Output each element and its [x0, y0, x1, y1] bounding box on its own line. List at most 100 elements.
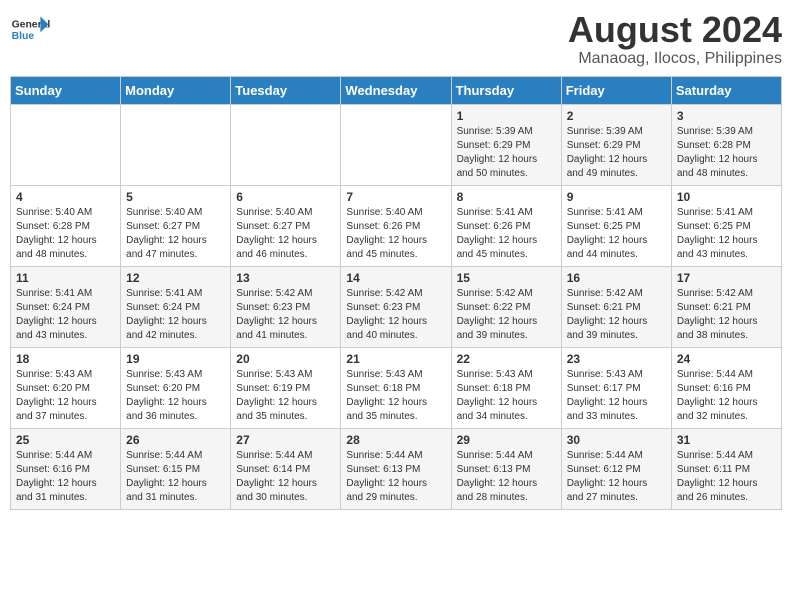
- calendar-cell: 4 Sunrise: 5:40 AM Sunset: 6:28 PM Daylig…: [11, 185, 121, 266]
- calendar-week-row: 18 Sunrise: 5:43 AM Sunset: 6:20 PM Dayli…: [11, 347, 782, 428]
- cell-daylight-info: Sunrise: 5:44 AM Sunset: 6:11 PM Dayligh…: [677, 449, 776, 505]
- cell-daylight-info: Sunrise: 5:44 AM Sunset: 6:13 PM Dayligh…: [346, 449, 445, 505]
- day-number: 19: [126, 352, 225, 366]
- day-number: 11: [16, 271, 115, 285]
- calendar-cell: 16Sunrise: 5:42 AM Sunset: 6:21 PM Dayli…: [561, 266, 671, 347]
- calendar-cell: 12 Sunrise: 5:41 AM Sunset: 6:24 PM Dayli…: [121, 266, 231, 347]
- cell-daylight-info: Sunrise: 5:39 AM Sunset: 6:29 PM Dayligh…: [567, 125, 666, 181]
- day-number: 17: [677, 271, 776, 285]
- day-number: 29: [457, 433, 556, 447]
- calendar-cell: 7 Sunrise: 5:40 AM Sunset: 6:26 PM Daylig…: [341, 185, 451, 266]
- cell-daylight-info: Sunrise: 5:39 AM Sunset: 6:29 PM Dayligh…: [457, 125, 556, 181]
- day-number: 26: [126, 433, 225, 447]
- month-year-title: August 2024: [568, 10, 782, 50]
- calendar-cell: 9 Sunrise: 5:41 AM Sunset: 6:25 PM Daylig…: [561, 185, 671, 266]
- day-number: 6: [236, 190, 335, 204]
- day-number: 18: [16, 352, 115, 366]
- cell-daylight-info: Sunrise: 5:44 AM Sunset: 6:13 PM Dayligh…: [457, 449, 556, 505]
- title-block: August 2024 Manaoag, Ilocos, Philippines: [568, 10, 782, 68]
- calendar-cell: 29 Sunrise: 5:44 AM Sunset: 6:13 PM Dayli…: [451, 428, 561, 509]
- day-number: 14: [346, 271, 445, 285]
- calendar-cell: 1Sunrise: 5:39 AM Sunset: 6:29 PM Daylig…: [451, 104, 561, 185]
- calendar-week-row: 1Sunrise: 5:39 AM Sunset: 6:29 PM Daylig…: [11, 104, 782, 185]
- calendar-cell: 26Sunrise: 5:44 AM Sunset: 6:15 PM Dayli…: [121, 428, 231, 509]
- cell-daylight-info: Sunrise: 5:41 AM Sunset: 6:25 PM Dayligh…: [567, 206, 666, 262]
- weekday-header-friday: Friday: [561, 76, 671, 104]
- svg-text:Blue: Blue: [12, 31, 35, 42]
- calendar-cell: [11, 104, 121, 185]
- calendar-cell: 25Sunrise: 5:44 AM Sunset: 6:16 PM Dayli…: [11, 428, 121, 509]
- day-number: 8: [457, 190, 556, 204]
- calendar-cell: [231, 104, 341, 185]
- day-number: 31: [677, 433, 776, 447]
- day-number: 4: [16, 190, 115, 204]
- cell-daylight-info: Sunrise: 5:43 AM Sunset: 6:18 PM Dayligh…: [457, 368, 556, 424]
- cell-daylight-info: Sunrise: 5:41 AM Sunset: 6:26 PM Dayligh…: [457, 206, 556, 262]
- location-subtitle: Manaoag, Ilocos, Philippines: [568, 50, 782, 68]
- cell-daylight-info: Sunrise: 5:40 AM Sunset: 6:26 PM Dayligh…: [346, 206, 445, 262]
- calendar-cell: 11 Sunrise: 5:41 AM Sunset: 6:24 PM Dayli…: [11, 266, 121, 347]
- calendar-week-row: 11 Sunrise: 5:41 AM Sunset: 6:24 PM Dayli…: [11, 266, 782, 347]
- day-number: 22: [457, 352, 556, 366]
- calendar-cell: 15 Sunrise: 5:42 AM Sunset: 6:22 PM Dayli…: [451, 266, 561, 347]
- calendar-cell: 6 Sunrise: 5:40 AM Sunset: 6:27 PM Daylig…: [231, 185, 341, 266]
- calendar-cell: 20Sunrise: 5:43 AM Sunset: 6:19 PM Dayli…: [231, 347, 341, 428]
- cell-daylight-info: Sunrise: 5:42 AM Sunset: 6:21 PM Dayligh…: [677, 287, 776, 343]
- calendar-week-row: 4 Sunrise: 5:40 AM Sunset: 6:28 PM Daylig…: [11, 185, 782, 266]
- day-number: 25: [16, 433, 115, 447]
- cell-daylight-info: Sunrise: 5:44 AM Sunset: 6:14 PM Dayligh…: [236, 449, 335, 505]
- cell-daylight-info: Sunrise: 5:42 AM Sunset: 6:21 PM Dayligh…: [567, 287, 666, 343]
- calendar-cell: 19 Sunrise: 5:43 AM Sunset: 6:20 PM Dayli…: [121, 347, 231, 428]
- calendar-cell: 23 Sunrise: 5:43 AM Sunset: 6:17 PM Dayli…: [561, 347, 671, 428]
- day-number: 21: [346, 352, 445, 366]
- cell-daylight-info: Sunrise: 5:42 AM Sunset: 6:23 PM Dayligh…: [346, 287, 445, 343]
- day-number: 27: [236, 433, 335, 447]
- cell-daylight-info: Sunrise: 5:43 AM Sunset: 6:20 PM Dayligh…: [16, 368, 115, 424]
- calendar-week-row: 25Sunrise: 5:44 AM Sunset: 6:16 PM Dayli…: [11, 428, 782, 509]
- calendar-cell: 31 Sunrise: 5:44 AM Sunset: 6:11 PM Dayli…: [671, 428, 781, 509]
- cell-daylight-info: Sunrise: 5:40 AM Sunset: 6:27 PM Dayligh…: [126, 206, 225, 262]
- calendar-cell: 30 Sunrise: 5:44 AM Sunset: 6:12 PM Dayli…: [561, 428, 671, 509]
- cell-daylight-info: Sunrise: 5:43 AM Sunset: 6:20 PM Dayligh…: [126, 368, 225, 424]
- day-number: 2: [567, 109, 666, 123]
- cell-daylight-info: Sunrise: 5:41 AM Sunset: 6:25 PM Dayligh…: [677, 206, 776, 262]
- day-number: 23: [567, 352, 666, 366]
- day-number: 10: [677, 190, 776, 204]
- cell-daylight-info: Sunrise: 5:44 AM Sunset: 6:12 PM Dayligh…: [567, 449, 666, 505]
- calendar-cell: 14 Sunrise: 5:42 AM Sunset: 6:23 PM Dayli…: [341, 266, 451, 347]
- day-number: 28: [346, 433, 445, 447]
- weekday-header-saturday: Saturday: [671, 76, 781, 104]
- calendar-cell: 28 Sunrise: 5:44 AM Sunset: 6:13 PM Dayli…: [341, 428, 451, 509]
- cell-daylight-info: Sunrise: 5:40 AM Sunset: 6:28 PM Dayligh…: [16, 206, 115, 262]
- weekday-header-tuesday: Tuesday: [231, 76, 341, 104]
- cell-daylight-info: Sunrise: 5:41 AM Sunset: 6:24 PM Dayligh…: [16, 287, 115, 343]
- cell-daylight-info: Sunrise: 5:42 AM Sunset: 6:22 PM Dayligh…: [457, 287, 556, 343]
- calendar-cell: 10 Sunrise: 5:41 AM Sunset: 6:25 PM Dayli…: [671, 185, 781, 266]
- cell-daylight-info: Sunrise: 5:39 AM Sunset: 6:28 PM Dayligh…: [677, 125, 776, 181]
- calendar-cell: 27 Sunrise: 5:44 AM Sunset: 6:14 PM Dayli…: [231, 428, 341, 509]
- day-number: 5: [126, 190, 225, 204]
- cell-daylight-info: Sunrise: 5:44 AM Sunset: 6:16 PM Dayligh…: [677, 368, 776, 424]
- calendar-cell: 13Sunrise: 5:42 AM Sunset: 6:23 PM Dayli…: [231, 266, 341, 347]
- day-number: 20: [236, 352, 335, 366]
- calendar-cell: [121, 104, 231, 185]
- logo-icon: General Blue: [10, 10, 50, 50]
- day-number: 24: [677, 352, 776, 366]
- cell-daylight-info: Sunrise: 5:43 AM Sunset: 6:17 PM Dayligh…: [567, 368, 666, 424]
- day-number: 7: [346, 190, 445, 204]
- weekday-header-monday: Monday: [121, 76, 231, 104]
- calendar-cell: 2 Sunrise: 5:39 AM Sunset: 6:29 PM Daylig…: [561, 104, 671, 185]
- calendar-cell: 18 Sunrise: 5:43 AM Sunset: 6:20 PM Dayli…: [11, 347, 121, 428]
- day-number: 15: [457, 271, 556, 285]
- weekday-header-sunday: Sunday: [11, 76, 121, 104]
- calendar-cell: 3Sunrise: 5:39 AM Sunset: 6:28 PM Daylig…: [671, 104, 781, 185]
- day-number: 30: [567, 433, 666, 447]
- cell-daylight-info: Sunrise: 5:41 AM Sunset: 6:24 PM Dayligh…: [126, 287, 225, 343]
- calendar-cell: 24 Sunrise: 5:44 AM Sunset: 6:16 PM Dayli…: [671, 347, 781, 428]
- calendar-table: SundayMondayTuesdayWednesdayThursdayFrid…: [10, 76, 782, 510]
- cell-daylight-info: Sunrise: 5:40 AM Sunset: 6:27 PM Dayligh…: [236, 206, 335, 262]
- day-number: 12: [126, 271, 225, 285]
- calendar-cell: 8 Sunrise: 5:41 AM Sunset: 6:26 PM Daylig…: [451, 185, 561, 266]
- day-number: 9: [567, 190, 666, 204]
- calendar-cell: 5 Sunrise: 5:40 AM Sunset: 6:27 PM Daylig…: [121, 185, 231, 266]
